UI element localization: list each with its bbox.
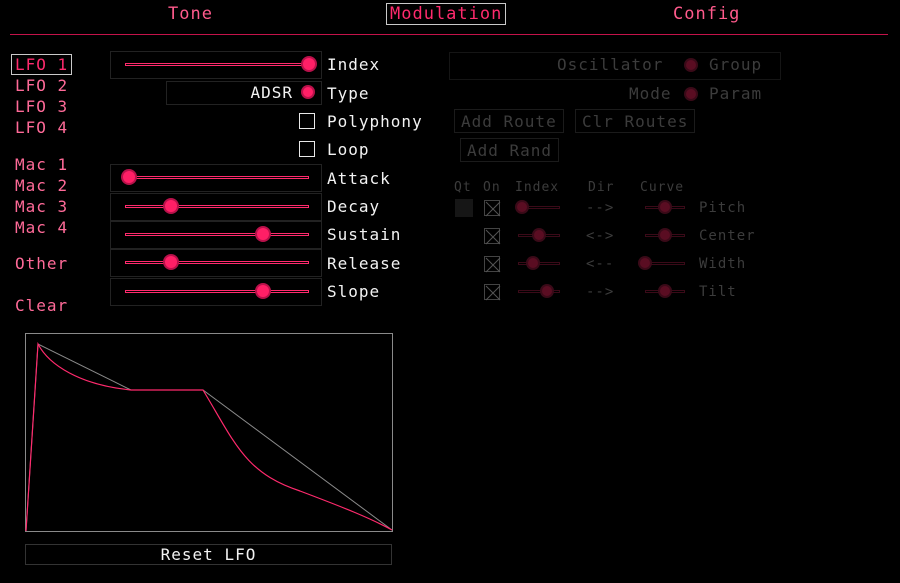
route-target: Tilt xyxy=(699,284,737,300)
sustain-slider-track xyxy=(125,233,309,236)
route-qt-checkbox[interactable] xyxy=(455,199,473,217)
header-dir: Dir xyxy=(588,180,615,195)
type-selector[interactable]: ADSR xyxy=(166,81,322,105)
route-on-checkbox[interactable] xyxy=(484,200,501,217)
route-on-checkbox[interactable] xyxy=(484,256,501,273)
nav-lfo-4[interactable]: LFO 4 xyxy=(15,118,68,137)
slope-slider-knob[interactable] xyxy=(257,285,269,297)
attack-slider-knob[interactable] xyxy=(122,171,135,183)
route-index-knob[interactable] xyxy=(517,202,528,212)
envelope-frame xyxy=(25,333,393,532)
oscillator-group-toggle[interactable] xyxy=(686,60,696,70)
nav-mac-3[interactable]: Mac 3 xyxy=(15,197,68,216)
nav-lfo-2[interactable]: LFO 2 xyxy=(15,76,68,95)
route-target: Width xyxy=(699,256,747,272)
tab-modulation[interactable]: Modulation xyxy=(386,3,507,25)
route-curve-knob[interactable] xyxy=(640,258,650,268)
slope-label: Slope xyxy=(327,282,381,301)
nav-mac-2[interactable]: Mac 2 xyxy=(15,176,68,195)
reset-lfo-button[interactable]: Reset LFO xyxy=(25,544,392,565)
type-label: Type xyxy=(327,84,370,103)
mode-label: Mode xyxy=(629,84,672,103)
route-curve-knob[interactable] xyxy=(660,286,670,296)
param-label: Param xyxy=(709,84,763,103)
route-dir[interactable]: --> xyxy=(586,284,614,300)
release-slider-knob[interactable] xyxy=(165,256,177,268)
route-target: Center xyxy=(699,228,756,244)
oscillator-label: Oscillator xyxy=(557,55,664,74)
nav-lfo-1[interactable]: LFO 1 xyxy=(11,54,73,75)
envelope-curve-line xyxy=(25,341,393,532)
route-index-track xyxy=(518,262,560,265)
attack-slider[interactable] xyxy=(110,164,322,192)
route-dir[interactable]: --> xyxy=(586,200,614,216)
nav-lfo-3[interactable]: LFO 3 xyxy=(15,97,68,116)
decay-slider[interactable] xyxy=(110,193,322,221)
sustain-label: Sustain xyxy=(327,225,402,244)
slope-slider-track xyxy=(125,290,309,293)
attack-label: Attack xyxy=(327,169,391,188)
route-curve-knob[interactable] xyxy=(660,202,670,212)
route-on-checkbox[interactable] xyxy=(484,284,501,301)
route-dir[interactable]: <-- xyxy=(586,256,614,272)
route-index-track xyxy=(518,290,560,293)
type-dropdown-icon xyxy=(303,87,313,97)
envelope-linear-line xyxy=(25,343,393,532)
header-on: On xyxy=(483,180,501,195)
nav-mac-1[interactable]: Mac 1 xyxy=(15,155,68,174)
index-slider-track xyxy=(125,63,309,66)
attack-slider-track xyxy=(125,176,309,179)
sustain-slider-knob[interactable] xyxy=(257,228,269,240)
route-index-knob[interactable] xyxy=(527,258,538,268)
route-curve-track xyxy=(645,262,685,265)
loop-checkbox[interactable] xyxy=(299,141,315,157)
decay-slider-knob[interactable] xyxy=(165,200,177,212)
release-slider[interactable] xyxy=(110,249,322,277)
decay-slider-track xyxy=(125,205,309,208)
type-value: ADSR xyxy=(250,83,293,102)
tab-tone[interactable]: Tone xyxy=(168,4,213,24)
clr-routes-button[interactable]: Clr Routes xyxy=(575,109,696,133)
loop-label: Loop xyxy=(327,140,370,159)
mode-param-toggle[interactable] xyxy=(686,89,696,99)
sustain-slider[interactable] xyxy=(110,221,322,249)
route-curve-knob[interactable] xyxy=(660,230,670,240)
route-target: Pitch xyxy=(699,200,747,216)
tab-config[interactable]: Config xyxy=(673,4,740,24)
route-index-knob[interactable] xyxy=(542,286,553,296)
index-slider-knob[interactable] xyxy=(303,58,315,70)
envelope-display xyxy=(25,333,393,532)
nav-other[interactable]: Other xyxy=(15,254,68,273)
polyphony-checkbox[interactable] xyxy=(299,113,315,129)
route-index-knob[interactable] xyxy=(534,230,544,240)
group-label: Group xyxy=(709,55,763,74)
nav-clear[interactable]: Clear xyxy=(15,296,68,315)
header-divider xyxy=(10,34,888,35)
index-slider[interactable] xyxy=(110,51,322,79)
index-label: Index xyxy=(327,55,381,74)
header-index: Index xyxy=(515,180,560,195)
decay-label: Decay xyxy=(327,197,381,216)
route-dir[interactable]: <-> xyxy=(586,228,614,244)
release-slider-track xyxy=(125,261,309,264)
add-rand-button[interactable]: Add Rand xyxy=(460,138,560,162)
nav-mac-4[interactable]: Mac 4 xyxy=(15,218,68,237)
polyphony-label: Polyphony xyxy=(327,112,423,131)
header-curve: Curve xyxy=(640,180,685,195)
release-label: Release xyxy=(327,254,402,273)
add-route-button[interactable]: Add Route xyxy=(454,109,564,133)
slope-slider[interactable] xyxy=(110,278,322,306)
header-qt: Qt xyxy=(454,180,472,195)
route-on-checkbox[interactable] xyxy=(484,228,501,245)
